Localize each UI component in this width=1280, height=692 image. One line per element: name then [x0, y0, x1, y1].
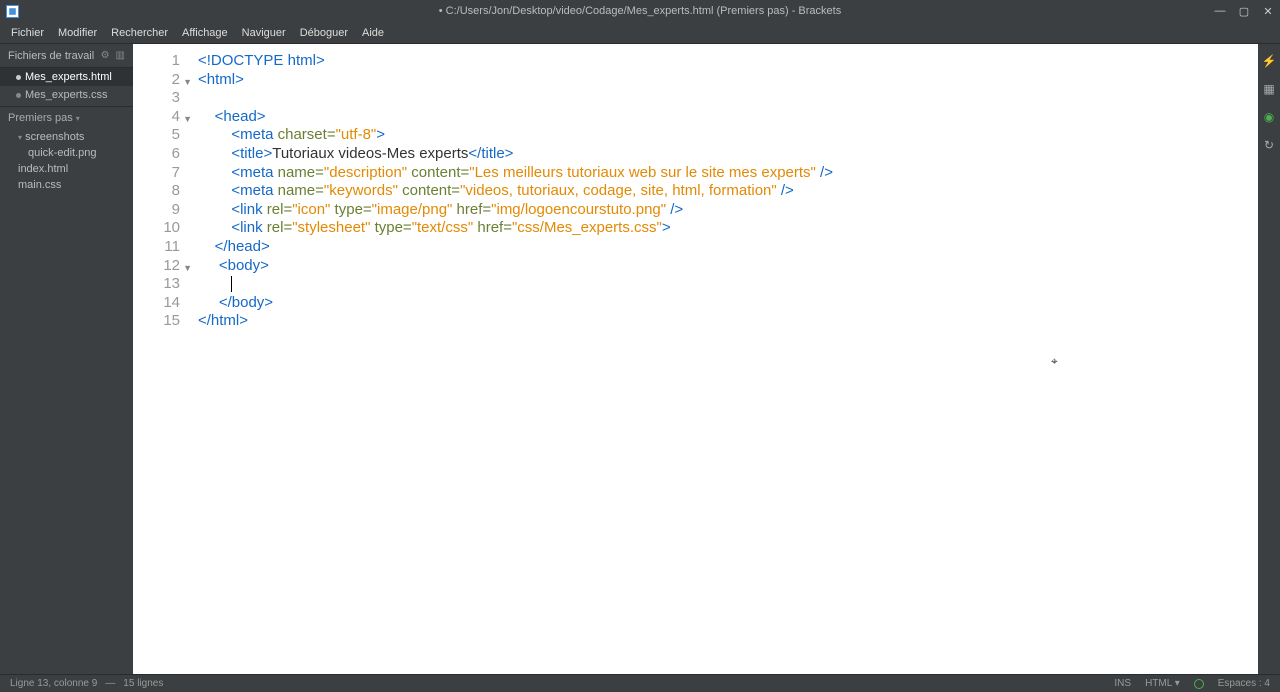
refresh-icon[interactable]: ↻ — [1262, 138, 1276, 152]
menu-fichier[interactable]: Fichier — [4, 25, 51, 41]
right-rail: ⚡ ▦ ◉ ↻ — [1258, 44, 1280, 674]
project-header[interactable]: Premiers pas ▾ — [0, 106, 133, 129]
insert-mode[interactable]: INS — [1114, 678, 1131, 689]
project-name: Premiers pas — [8, 112, 73, 124]
language-mode[interactable]: HTML ▾ — [1145, 678, 1180, 689]
folder-name: screenshots — [25, 131, 84, 143]
line-number: 12▼ — [133, 257, 188, 276]
tree-file[interactable]: quick-edit.png — [0, 145, 133, 161]
line-number: 13 — [133, 275, 188, 294]
editor[interactable]: 1 2▼ 3 4▼ 5 6 7 8 9 10 11 12▼ 13 14 15 <… — [133, 44, 1258, 674]
sidebar: Fichiers de travail ⚙ ▥ Mes_experts.html… — [0, 44, 133, 674]
main-layout: Fichiers de travail ⚙ ▥ Mes_experts.html… — [0, 44, 1280, 674]
maximize-button[interactable]: ▢ — [1232, 0, 1256, 22]
gutter: 1 2▼ 3 4▼ 5 6 7 8 9 10 11 12▼ 13 14 15 — [133, 44, 188, 674]
working-file-name: Mes_experts.html — [25, 71, 112, 83]
live-preview-icon[interactable]: ⚡ — [1262, 54, 1276, 68]
dirty-dot-icon — [16, 93, 21, 98]
working-files-label: Fichiers de travail — [8, 50, 94, 62]
menu-affichage[interactable]: Affichage — [175, 25, 235, 41]
line-number: 15 — [133, 312, 188, 331]
line-number: 1 — [133, 52, 188, 71]
plugin-icon[interactable]: ◉ — [1262, 110, 1276, 124]
window-controls: — ▢ ✕ — [1208, 0, 1280, 22]
line-number: 9 — [133, 201, 188, 220]
minimize-button[interactable]: — — [1208, 0, 1232, 22]
working-file[interactable]: Mes_experts.css — [0, 86, 133, 104]
line-number: 14 — [133, 294, 188, 313]
line-number: 4▼ — [133, 108, 188, 127]
menu-bar: Fichier Modifier Rechercher Affichage Na… — [0, 22, 1280, 44]
line-number: 10 — [133, 219, 188, 238]
code-area[interactable]: <!DOCTYPE html><html> <head> <meta chars… — [188, 44, 1258, 674]
working-file-active[interactable]: Mes_experts.html — [0, 68, 133, 86]
tree-folder[interactable]: ▾ screenshots — [0, 129, 133, 145]
chevron-down-icon: ▾ — [18, 133, 22, 142]
status-bar: Ligne 13, colonne 9 — 15 lignes INS HTML… — [0, 674, 1280, 692]
line-number: 2▼ — [133, 71, 188, 90]
line-number: 7 — [133, 164, 188, 183]
indent-setting[interactable]: Espaces : 4 — [1218, 678, 1270, 689]
app-icon — [6, 5, 19, 18]
close-button[interactable]: ✕ — [1256, 0, 1280, 22]
menu-modifier[interactable]: Modifier — [51, 25, 104, 41]
menu-deboguer[interactable]: Déboguer — [293, 25, 355, 41]
status-separator: — — [105, 678, 115, 689]
working-file-name: Mes_experts.css — [25, 89, 108, 101]
menu-rechercher[interactable]: Rechercher — [104, 25, 175, 41]
split-icon[interactable]: ▥ — [116, 50, 125, 61]
menu-naviguer[interactable]: Naviguer — [235, 25, 293, 41]
line-number: 3 — [133, 89, 188, 108]
window-title: • C:/Users/Jon/Desktop/video/Codage/Mes_… — [439, 5, 841, 17]
gear-icon[interactable]: ⚙ — [101, 50, 110, 61]
tree-file[interactable]: main.css — [0, 177, 133, 193]
menu-aide[interactable]: Aide — [355, 25, 391, 41]
extension-manager-icon[interactable]: ▦ — [1262, 82, 1276, 96]
lint-status-icon[interactable] — [1194, 679, 1204, 689]
cursor-position[interactable]: Ligne 13, colonne 9 — [10, 678, 97, 689]
line-number: 11 — [133, 238, 188, 257]
line-number: 8 — [133, 182, 188, 201]
text-cursor — [231, 276, 232, 292]
chevron-down-icon: ▾ — [76, 114, 80, 123]
line-count: 15 lignes — [123, 678, 163, 689]
tree-file[interactable]: index.html — [0, 161, 133, 177]
working-files-header: Fichiers de travail ⚙ ▥ — [0, 44, 133, 68]
line-number: 6 — [133, 145, 188, 164]
title-bar: • C:/Users/Jon/Desktop/video/Codage/Mes_… — [0, 0, 1280, 22]
line-number: 5 — [133, 126, 188, 145]
dirty-dot-icon — [16, 75, 21, 80]
